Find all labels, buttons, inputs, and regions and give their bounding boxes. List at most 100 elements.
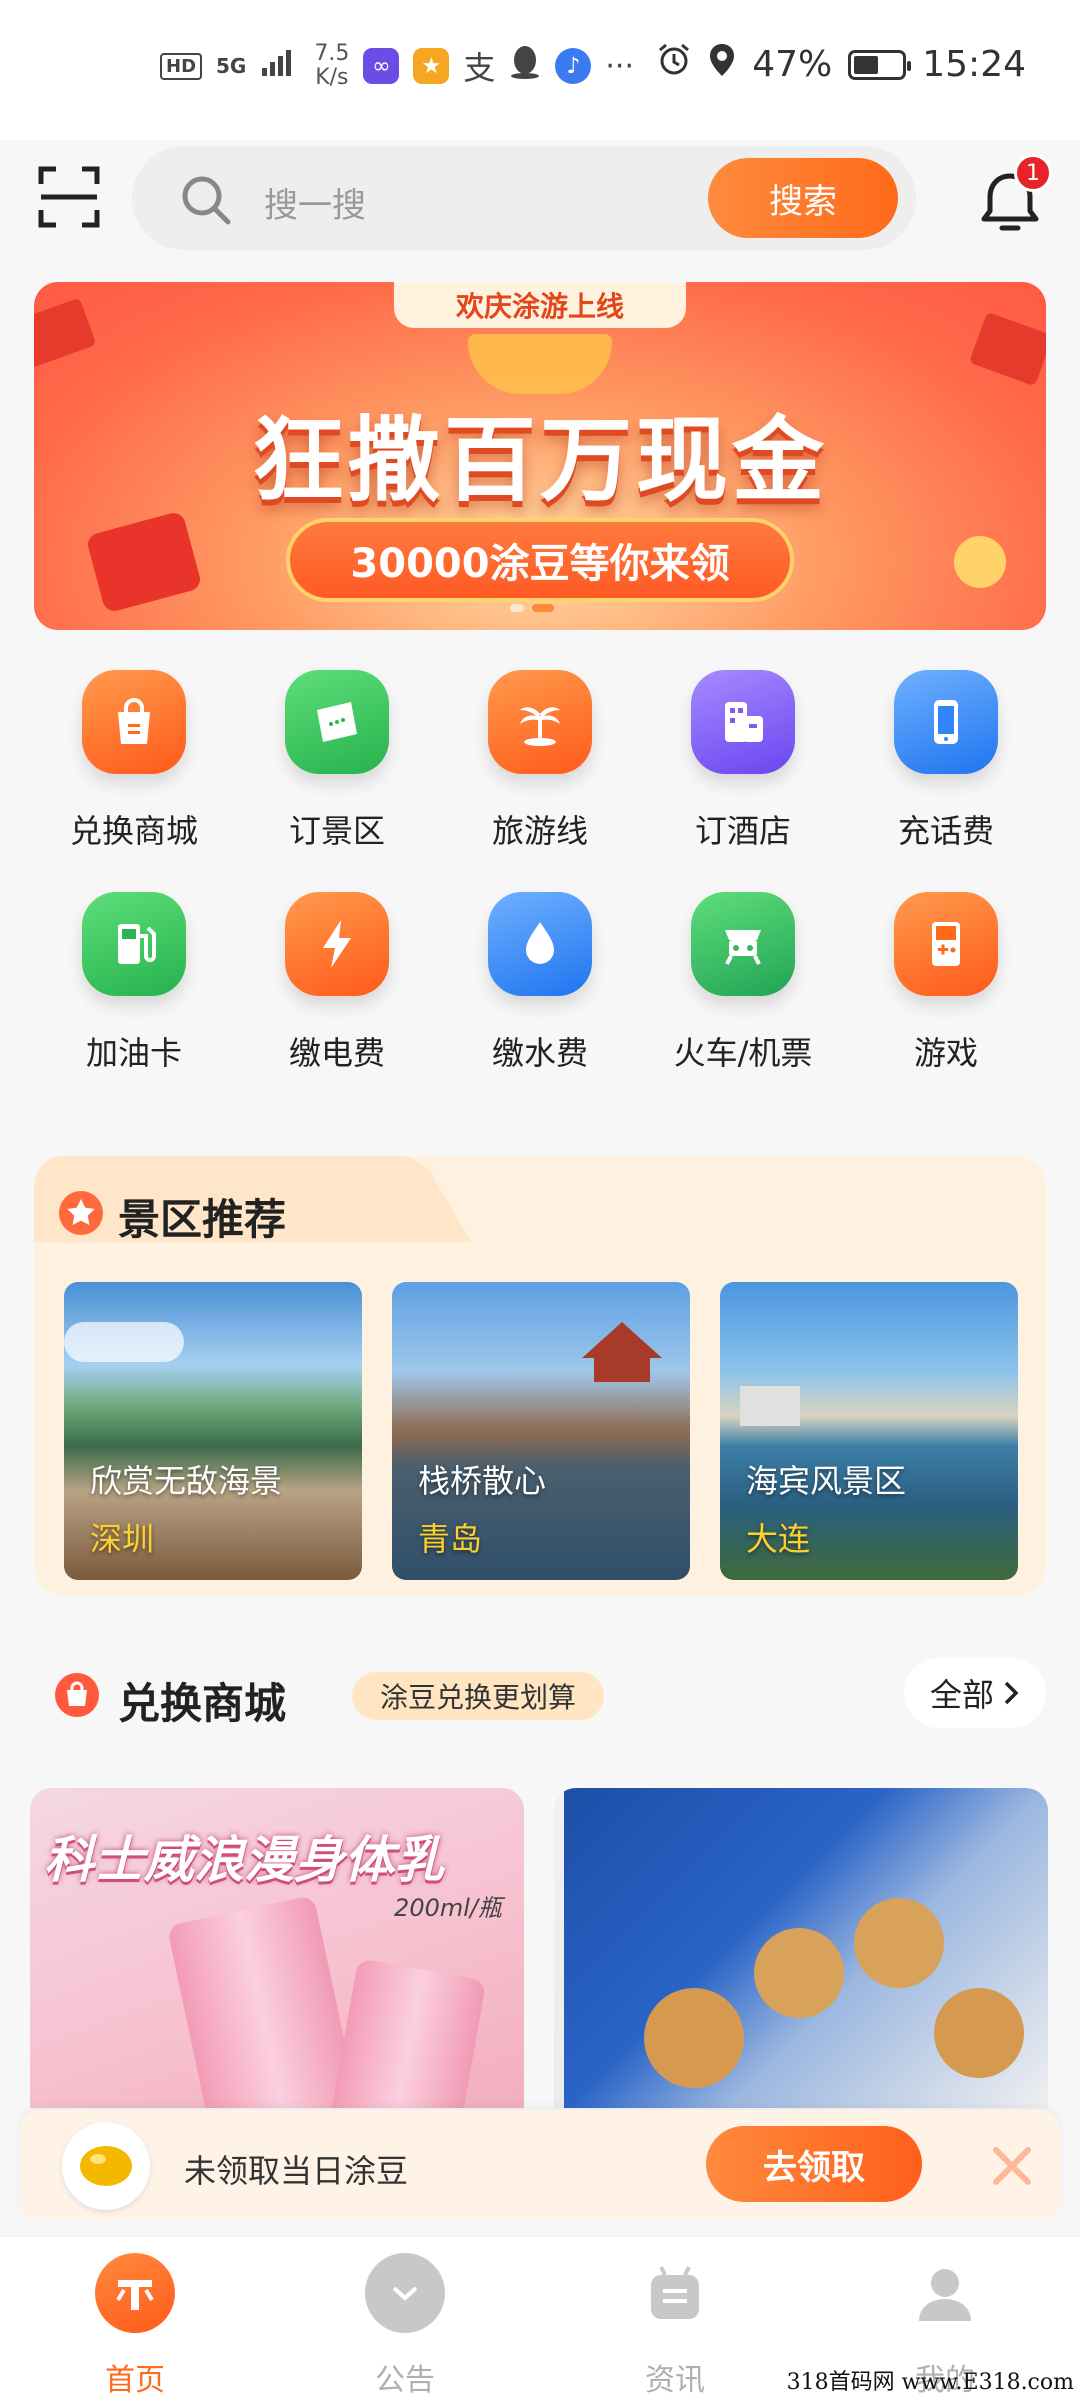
chevron-right-icon	[1004, 1681, 1019, 1705]
mall-promo-pill: 涂豆兑换更划算	[352, 1672, 605, 1720]
signal-icon	[260, 46, 300, 86]
section-title: 景区推荐	[118, 1195, 287, 1244]
biscuit-image	[754, 1928, 844, 2018]
trophy-icon	[468, 334, 612, 394]
service-phone-recharge[interactable]: 充话费	[846, 670, 1046, 892]
service-label: 旅游线	[491, 812, 588, 850]
pavilion-image	[582, 1322, 662, 1382]
banner-subtitle-pill: 30000涂豆等你来领	[286, 518, 794, 602]
hd-indicator: HD	[160, 52, 203, 80]
service-label: 火车/机票	[673, 1034, 813, 1072]
biscuit-image	[854, 1898, 944, 1988]
service-scenic-ticket[interactable]: 订景区	[237, 670, 437, 892]
scenic-name: 栈桥散心	[418, 1462, 547, 1500]
product-title-art: 科士威浪漫身体乳	[44, 1831, 444, 1889]
shopping-bag-icon	[82, 670, 186, 774]
service-label: 游戏	[913, 1034, 978, 1072]
service-travel-line[interactable]: 旅游线	[440, 670, 640, 892]
search-bar[interactable]: 搜一搜 搜索	[132, 146, 916, 250]
banner-subtitle: 30000涂豆等你来领	[350, 541, 730, 587]
banner-pagination	[510, 604, 554, 612]
star-icon	[59, 1191, 103, 1235]
pagination-dot-active	[532, 604, 554, 612]
service-fuel-card[interactable]: 加油卡	[34, 892, 234, 1114]
banner-tag: 欢庆涂游上线	[394, 282, 686, 328]
lightning-icon	[285, 892, 389, 996]
scenic-card-list: 欣赏无敌海景 深圳 栈桥散心 青岛 海宾风景区 大连	[64, 1282, 1018, 1580]
battery-icon	[848, 49, 912, 80]
service-label: 兑换商城	[69, 812, 198, 850]
bean-coin-icon	[62, 2122, 150, 2210]
scenic-recommendations: 景区推荐 欣赏无敌海景 深圳 栈桥散心 青岛 海宾风景区 大连	[34, 1156, 1046, 1596]
service-game[interactable]: 游戏	[846, 892, 1046, 1114]
promo-banner[interactable]: 欢庆涂游上线 狂撒百万现金 30000涂豆等你来领	[34, 282, 1046, 630]
pagination-dot	[510, 604, 524, 612]
status-right: 47% 15:24	[656, 42, 1026, 87]
service-label: 缴水费	[491, 1034, 588, 1072]
music-icon: ♪	[555, 48, 592, 84]
app-notification-icon: ∞	[363, 48, 400, 84]
notification-badge: 1	[1014, 154, 1052, 192]
coin-icon	[954, 536, 1006, 588]
nav-label: 资讯	[645, 2363, 705, 2398]
fuel-icon	[82, 892, 186, 996]
service-hotel[interactable]: 订酒店	[643, 670, 843, 892]
news-icon	[635, 2253, 715, 2333]
service-train-flight[interactable]: 火车/机票	[643, 892, 843, 1114]
view-all-button[interactable]: 全部	[904, 1658, 1046, 1728]
service-label: 充话费	[897, 812, 994, 850]
service-electricity[interactable]: 缴电费	[237, 892, 437, 1114]
search-icon	[182, 176, 231, 225]
service-exchange-mall[interactable]: 兑换商城	[34, 670, 234, 892]
view-all-label: 全部	[929, 1676, 994, 1714]
phone-icon	[894, 670, 998, 774]
nav-label: 首页	[105, 2363, 165, 2398]
hotel-icon	[691, 670, 795, 774]
scenic-card[interactable]: 海宾风景区 大连	[720, 1282, 1018, 1580]
user-icon	[905, 2253, 985, 2333]
service-row: 加油卡 缴电费 缴水费 火车/机票 游戏	[34, 892, 1046, 1114]
lotion-tube-image	[323, 1958, 487, 2108]
reward-message: 未领取当日涂豆	[184, 2152, 409, 2190]
ticket-icon	[285, 670, 389, 774]
close-icon[interactable]	[990, 2144, 1034, 2188]
game-icon	[894, 892, 998, 996]
alarm-icon	[656, 42, 692, 87]
home-logo-icon	[95, 2253, 175, 2333]
service-label: 订景区	[288, 812, 385, 850]
nav-announcement[interactable]: 公告	[270, 2237, 540, 2400]
red-envelope-icon	[968, 311, 1046, 387]
network-type: 5G	[216, 54, 247, 78]
daily-reward-bar: 未领取当日涂豆 去领取	[20, 2110, 1060, 2220]
train-icon	[691, 892, 795, 996]
service-grid: 兑换商城 订景区 旅游线 订酒店 充话费 加油卡 缴电费 缴水费 火车/机票 游…	[34, 670, 1046, 1114]
water-drop-icon	[488, 892, 592, 996]
search-input[interactable]: 搜一搜	[264, 178, 366, 227]
product-card[interactable]	[554, 1788, 1048, 2108]
service-water[interactable]: 缴水费	[440, 892, 640, 1114]
section-title: 兑换商城	[118, 1679, 287, 1728]
app-notification-icon: ★	[413, 48, 450, 84]
nav-label: 公告	[375, 2363, 435, 2398]
watermark: 318首码网 www.E318.com	[786, 2370, 1074, 2395]
scenic-card[interactable]: 欣赏无敌海景 深圳	[64, 1282, 362, 1580]
service-row: 兑换商城 订景区 旅游线 订酒店 充话费	[34, 670, 1046, 892]
scenic-name: 欣赏无敌海景	[90, 1462, 283, 1500]
announcement-icon	[365, 2253, 445, 2333]
scenic-image	[64, 1322, 184, 1362]
product-spec: 200ml/瓶	[394, 1894, 502, 1922]
scenic-name: 海宾风景区	[746, 1462, 907, 1500]
claim-button[interactable]: 去领取	[706, 2126, 922, 2202]
scan-icon[interactable]	[38, 166, 100, 228]
location-icon	[708, 42, 736, 87]
scenic-card[interactable]: 栈桥散心 青岛	[392, 1282, 690, 1580]
city-skyline-image	[740, 1386, 800, 1426]
qq-icon	[509, 44, 541, 88]
search-button[interactable]: 搜索	[708, 158, 898, 238]
nav-news[interactable]: 资讯	[540, 2237, 810, 2400]
nav-home[interactable]: 首页	[0, 2237, 270, 2400]
product-list: 科士威浪漫身体乳 200ml/瓶	[30, 1788, 1048, 2108]
banner-title: 狂撒百万现金	[251, 407, 828, 514]
product-card[interactable]: 科士威浪漫身体乳 200ml/瓶	[30, 1788, 524, 2108]
network-speed: 7.5 K/s	[314, 41, 350, 90]
